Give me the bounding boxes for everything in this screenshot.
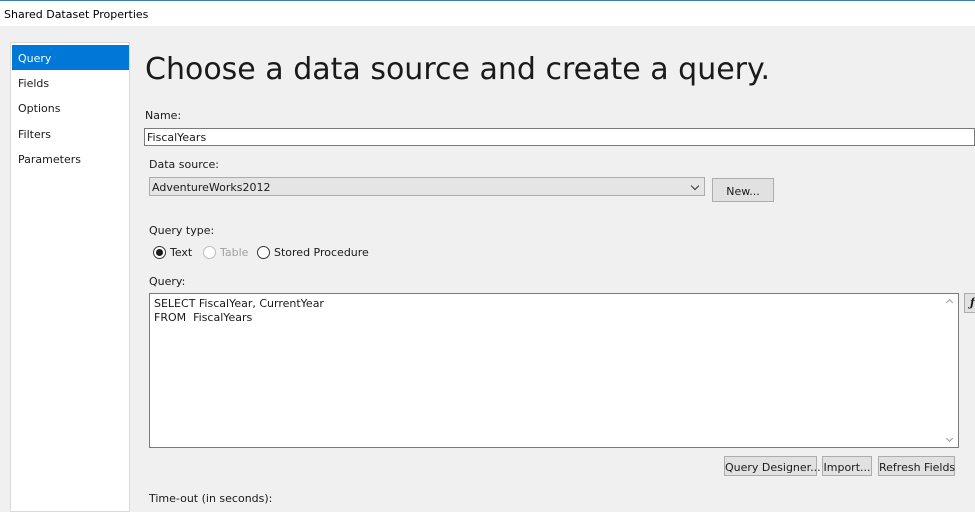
- name-field[interactable]: FiscalYears: [144, 128, 975, 146]
- sidebar-item-options[interactable]: Options: [12, 95, 129, 120]
- window-title: Shared Dataset Properties: [4, 8, 149, 21]
- data-source-label: Data source:: [149, 158, 219, 171]
- sidebar-item-parameters[interactable]: Parameters: [12, 146, 129, 171]
- sidebar-item-query[interactable]: Query: [12, 45, 129, 70]
- radio-label: Table: [220, 246, 249, 259]
- sidebar-nav: Query Fields Options Filters Parameters: [10, 42, 130, 512]
- radio-unchecked-icon: [257, 246, 270, 259]
- query-scrollbar[interactable]: [941, 294, 958, 447]
- sidebar-item-label: Query: [18, 52, 52, 65]
- sidebar-item-filters[interactable]: Filters: [12, 121, 129, 146]
- query-label: Query:: [149, 275, 186, 288]
- expression-button[interactable]: ƒ: [964, 293, 975, 313]
- refresh-fields-button[interactable]: Refresh Fields: [878, 456, 955, 476]
- data-source-select[interactable]: AdventureWorks2012: [149, 177, 705, 196]
- query-type-label: Query type:: [149, 224, 215, 237]
- radio-checked-icon: [153, 246, 166, 259]
- title-bar: Shared Dataset Properties: [0, 0, 975, 26]
- name-field-value: FiscalYears: [147, 131, 207, 144]
- sidebar-item-label: Parameters: [18, 153, 81, 166]
- fx-icon: ƒ: [970, 296, 975, 309]
- radio-label: Text: [170, 246, 193, 259]
- scroll-up-icon[interactable]: [945, 298, 954, 307]
- page-heading: Choose a data source and create a query.: [145, 52, 771, 87]
- query-line: FROM FiscalYears: [154, 311, 253, 324]
- import-button[interactable]: Import...: [822, 456, 872, 476]
- radio-unchecked-icon: [203, 246, 216, 259]
- sidebar-item-label: Fields: [18, 77, 50, 90]
- query-designer-button[interactable]: Query Designer...: [724, 456, 821, 476]
- query-line: SELECT FiscalYear, CurrentYear: [154, 297, 324, 310]
- query-textarea[interactable]: SELECT FiscalYear, CurrentYear FROM Fisc…: [149, 293, 959, 448]
- name-label: Name:: [145, 109, 182, 122]
- chevron-down-icon: [690, 181, 700, 191]
- sidebar-item-label: Options: [18, 102, 61, 115]
- radio-label: Stored Procedure: [274, 246, 369, 259]
- new-data-source-button[interactable]: New...: [712, 178, 774, 202]
- timeout-label: Time-out (in seconds):: [149, 492, 273, 505]
- scroll-down-icon[interactable]: [945, 434, 954, 443]
- sidebar-item-label: Filters: [18, 128, 51, 141]
- data-source-value: AdventureWorks2012: [152, 181, 271, 194]
- sidebar-item-fields[interactable]: Fields: [12, 70, 129, 95]
